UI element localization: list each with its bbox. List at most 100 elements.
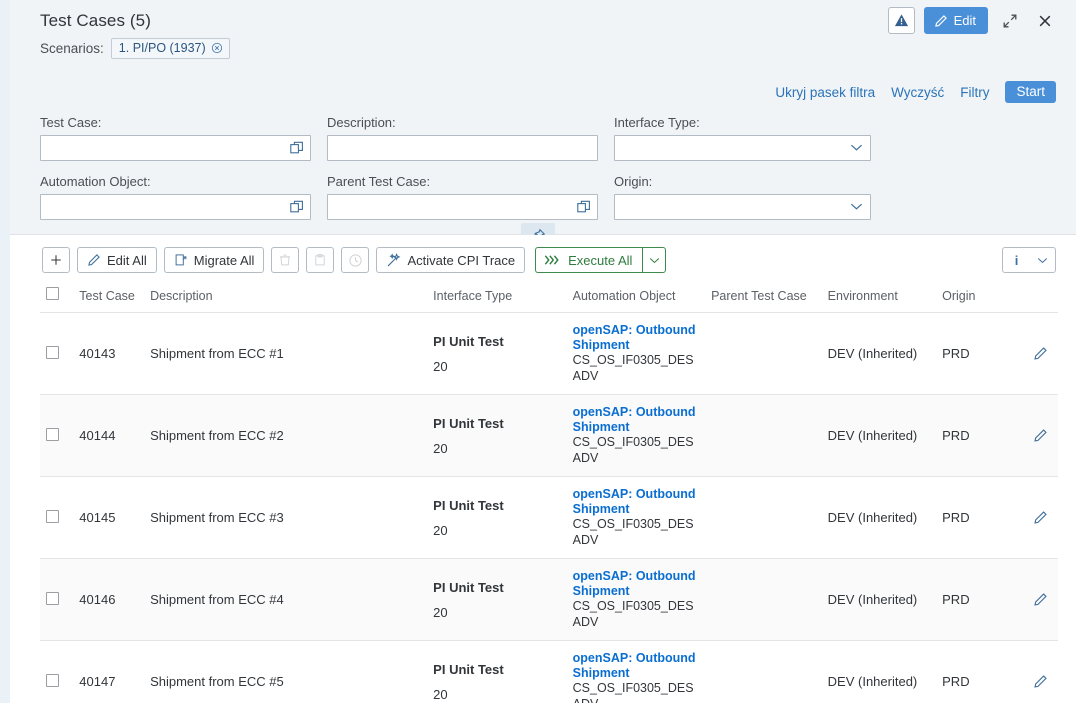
value-help-icon[interactable]: [576, 199, 592, 215]
column-header-parent-test-case[interactable]: Parent Test Case: [705, 283, 822, 313]
filter-label-origin: Origin:: [614, 174, 871, 189]
activate-cpi-trace-button[interactable]: Activate CPI Trace: [376, 247, 525, 273]
row-checkbox[interactable]: [46, 346, 59, 359]
test-case-input[interactable]: [40, 135, 311, 161]
pencil-icon: [87, 253, 101, 267]
info-dropdown-arrow[interactable]: [1030, 248, 1055, 272]
row-checkbox[interactable]: [46, 674, 59, 687]
cell-description: Shipment from ECC #1: [144, 313, 427, 395]
automation-object-input[interactable]: [40, 194, 311, 220]
chevron-down-icon[interactable]: [850, 202, 863, 211]
row-edit-icon[interactable]: [1015, 674, 1052, 689]
hide-filter-bar-link[interactable]: Ukryj pasek filtra: [775, 85, 875, 100]
filter-field-origin: Origin:: [614, 161, 887, 220]
parent-test-case-input[interactable]: [327, 194, 598, 220]
automation-object-link[interactable]: openSAP: Outbound Shipment: [573, 487, 699, 516]
column-header-automation-object[interactable]: Automation Object: [567, 283, 705, 313]
cell-parent-test-case: [705, 559, 822, 641]
automation-object-link[interactable]: openSAP: Outbound Shipment: [573, 651, 699, 680]
chevron-down-icon[interactable]: [850, 143, 863, 152]
cell-test-case: 40145: [73, 477, 144, 559]
edit-button-label: Edit: [954, 13, 976, 28]
table-row[interactable]: 40145 Shipment from ECC #3 PI Unit Test …: [40, 477, 1058, 559]
automation-object-link[interactable]: openSAP: Outbound Shipment: [573, 323, 699, 352]
fullscreen-icon[interactable]: [997, 8, 1023, 34]
cell-automation-object: openSAP: Outbound Shipment CS_OS_IF0305_…: [567, 477, 705, 559]
migrate-icon: [174, 253, 188, 267]
cell-interface-type: PI Unit Test 20: [427, 395, 566, 477]
filters-link[interactable]: Filtry: [960, 85, 989, 100]
column-header-environment[interactable]: Environment: [822, 283, 936, 313]
row-select-cell: [40, 313, 73, 395]
test-cases-app: Test Cases (5) Scenarios: 1. PI/PO (1937…: [0, 0, 1076, 703]
info-button[interactable]: i: [1003, 248, 1030, 272]
cell-automation-object: openSAP: Outbound Shipment CS_OS_IF0305_…: [567, 641, 705, 703]
interface-type-sub: 20: [433, 605, 560, 620]
cell-actions: [1009, 559, 1058, 641]
filter-field-description: Description:: [327, 113, 614, 161]
row-edit-icon[interactable]: [1015, 428, 1052, 443]
execute-all-split-button: Execute All: [535, 247, 666, 273]
table-row[interactable]: 40143 Shipment from ECC #1 PI Unit Test …: [40, 313, 1058, 395]
column-header-description[interactable]: Description: [144, 283, 427, 313]
value-help-icon[interactable]: [289, 199, 305, 215]
edit-button[interactable]: Edit: [924, 7, 988, 34]
automation-object-id: CS_OS_IF0305_DESADV: [573, 681, 694, 703]
table-row[interactable]: 40147 Shipment from ECC #5 PI Unit Test …: [40, 641, 1058, 703]
interface-type-select[interactable]: [614, 135, 871, 161]
automation-object-id: CS_OS_IF0305_DESADV: [573, 599, 694, 629]
row-checkbox[interactable]: [46, 428, 59, 441]
cell-test-case: 40147: [73, 641, 144, 703]
scenarios-label: Scenarios:: [40, 41, 104, 56]
origin-select[interactable]: [614, 194, 871, 220]
pencil-icon: [934, 14, 948, 28]
cell-environment: DEV (Inherited): [822, 641, 936, 703]
table-area: Edit All Migrate All: [0, 235, 1076, 703]
edit-all-button[interactable]: Edit All: [77, 247, 157, 273]
filter-label-test-case: Test Case:: [40, 115, 311, 130]
page-header: Test Cases (5) Scenarios: 1. PI/PO (1937…: [0, 0, 1076, 67]
value-help-icon[interactable]: [289, 140, 305, 156]
cell-actions: [1009, 641, 1058, 703]
filter-field-parent-test-case: Parent Test Case:: [327, 161, 614, 220]
execute-all-dropdown-arrow[interactable]: [642, 247, 666, 273]
paste-button: [306, 247, 334, 273]
cell-interface-type: PI Unit Test 20: [427, 641, 566, 703]
start-button[interactable]: Start: [1005, 81, 1056, 103]
execute-icon: [544, 254, 561, 266]
table-row[interactable]: 40144 Shipment from ECC #2 PI Unit Test …: [40, 395, 1058, 477]
close-icon[interactable]: [1032, 8, 1058, 34]
row-checkbox[interactable]: [46, 592, 59, 605]
cell-origin: PRD: [936, 477, 1009, 559]
migrate-all-button[interactable]: Migrate All: [164, 247, 265, 273]
select-all-checkbox[interactable]: [46, 287, 59, 300]
cell-description: Shipment from ECC #5: [144, 641, 427, 703]
scenario-tag[interactable]: 1. PI/PO (1937): [111, 38, 230, 59]
column-header-origin[interactable]: Origin: [936, 283, 1009, 313]
automation-object-link[interactable]: openSAP: Outbound Shipment: [573, 405, 699, 434]
interface-type-value: PI Unit Test: [433, 415, 560, 432]
interface-type-sub: 20: [433, 523, 560, 538]
info-icon: i: [1015, 253, 1019, 268]
filter-label-parent-test-case: Parent Test Case:: [327, 174, 598, 189]
remove-scenario-icon[interactable]: [211, 42, 223, 54]
automation-object-link[interactable]: openSAP: Outbound Shipment: [573, 569, 699, 598]
row-edit-icon[interactable]: [1015, 346, 1052, 361]
scenario-row: Scenarios: 1. PI/PO (1937): [40, 38, 1062, 59]
description-input[interactable]: [327, 135, 598, 161]
table-toolbar: Edit All Migrate All: [40, 235, 1058, 283]
column-header-interface-type[interactable]: Interface Type: [427, 283, 566, 313]
row-checkbox[interactable]: [46, 510, 59, 523]
execute-all-button[interactable]: Execute All: [535, 247, 642, 273]
column-header-test-case[interactable]: Test Case: [73, 283, 144, 313]
filter-field-interface-type: Interface Type:: [614, 113, 887, 161]
add-button[interactable]: [42, 247, 70, 273]
alert-button[interactable]: [888, 7, 915, 34]
clear-filters-link[interactable]: Wyczyść: [891, 85, 944, 100]
filter-field-test-case: Test Case:: [40, 113, 327, 161]
automation-object-id: CS_OS_IF0305_DESADV: [573, 435, 694, 465]
cell-automation-object: openSAP: Outbound Shipment CS_OS_IF0305_…: [567, 313, 705, 395]
table-row[interactable]: 40146 Shipment from ECC #4 PI Unit Test …: [40, 559, 1058, 641]
row-edit-icon[interactable]: [1015, 592, 1052, 607]
row-edit-icon[interactable]: [1015, 510, 1052, 525]
